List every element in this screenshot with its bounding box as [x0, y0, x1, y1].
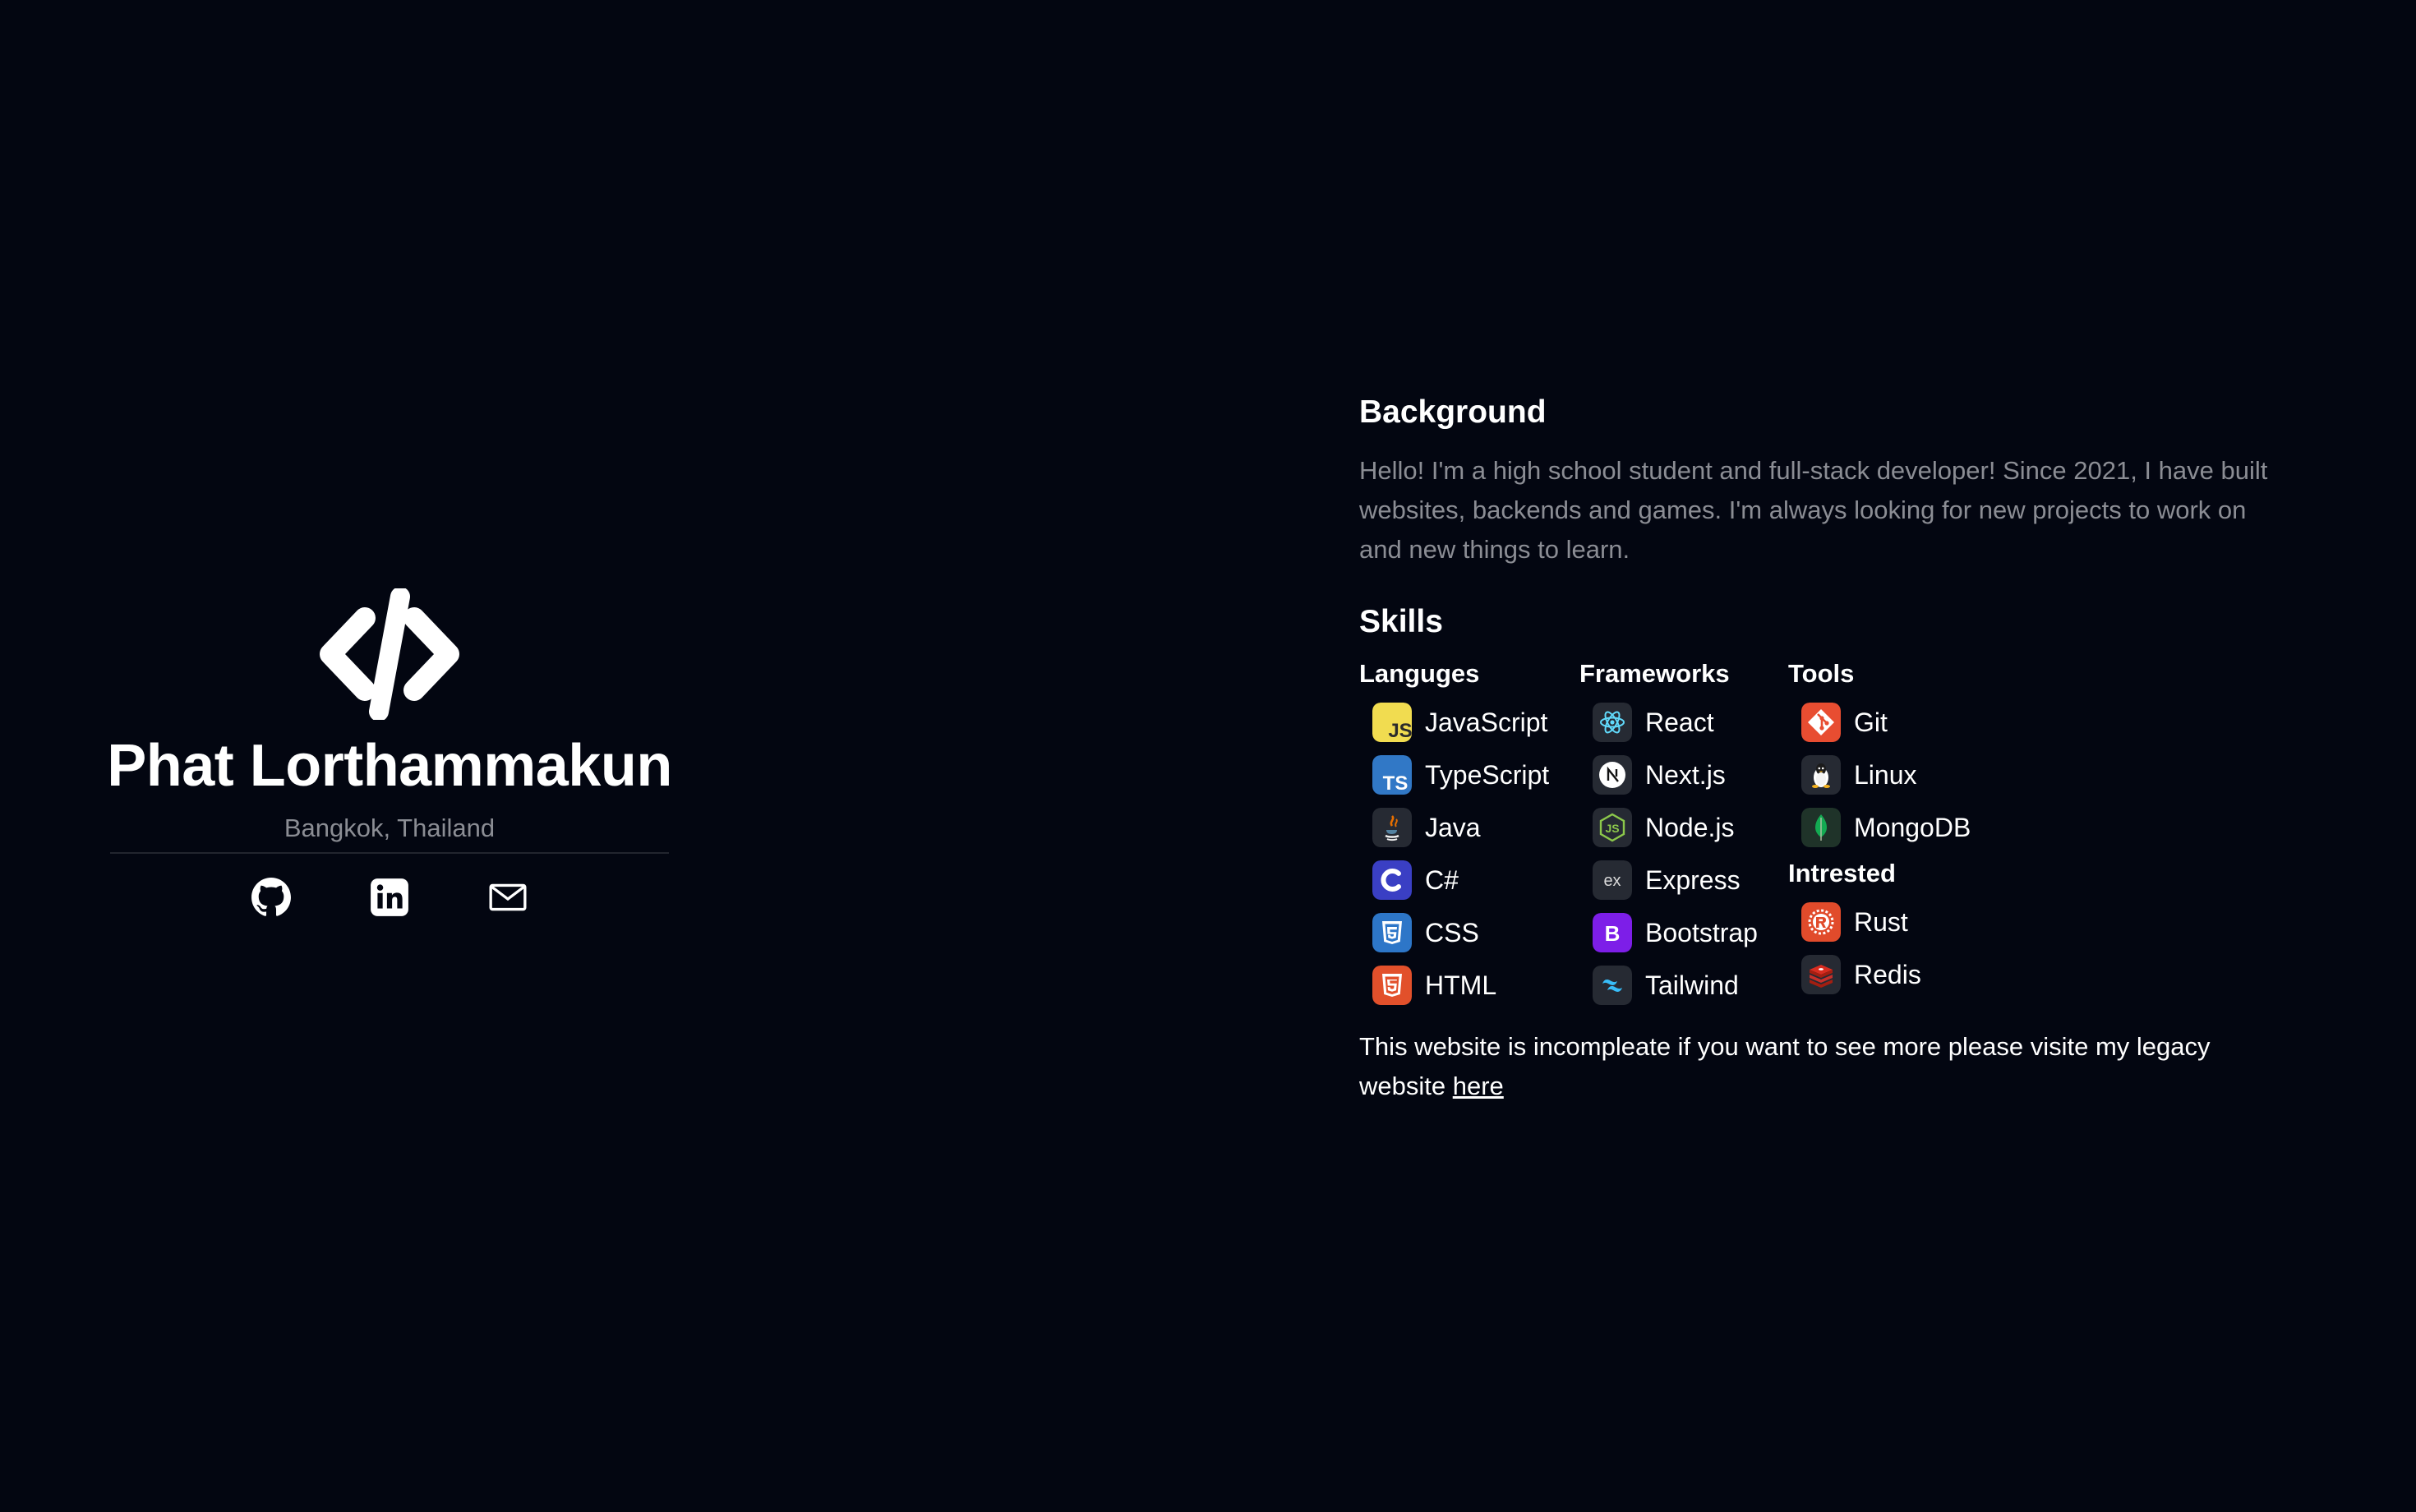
skill-html: HTML	[1359, 966, 1549, 1005]
skills-heading: Skills	[1359, 604, 1443, 639]
svg-text:TS: TS	[1383, 772, 1409, 795]
javascript-icon: JS	[1372, 703, 1412, 742]
legacy-website-link[interactable]: here	[1453, 1072, 1504, 1100]
linkedin-link[interactable]	[369, 878, 410, 920]
java-icon	[1372, 808, 1412, 847]
skill-label: Redis	[1854, 960, 1921, 989]
footer-note: This website is incompleate if you want …	[1359, 1027, 2271, 1106]
svg-text:ex: ex	[1603, 872, 1621, 890]
main-content: Background Hello! I'm a high school stud…	[1359, 396, 2280, 1106]
interested-heading: Intrested	[1788, 859, 1896, 887]
skill-css: CSS	[1359, 913, 1549, 952]
skill-label: JavaScript	[1425, 708, 1548, 737]
github-icon	[251, 877, 292, 922]
social-links	[251, 877, 528, 922]
code-slash-icon	[307, 587, 472, 721]
skill-javascript: JS JavaScript	[1359, 703, 1549, 742]
skill-label: CSS	[1425, 918, 1479, 947]
github-link[interactable]	[251, 877, 292, 922]
skill-label: Java	[1425, 813, 1481, 842]
skill-label: TypeScript	[1425, 760, 1550, 790]
profile-card: Phat Lorthammakun Bangkok, Thailand	[107, 587, 672, 922]
csharp-icon	[1372, 860, 1412, 900]
background-text: Hello! I'm a high school student and ful…	[1359, 456, 2268, 564]
skill-csharp: C#	[1359, 860, 1549, 900]
nextjs-icon	[1593, 755, 1632, 795]
profile-name: Phat Lorthammakun	[107, 733, 672, 799]
nodejs-icon: JS	[1593, 808, 1632, 847]
skill-label: Express	[1645, 865, 1741, 895]
skills-grid: Languges JS JavaScript TS TypeScript Jav…	[1359, 661, 2280, 1022]
skill-redis: Redis	[1788, 955, 1971, 994]
frameworks-heading: Frameworks	[1579, 659, 1730, 688]
skill-git: Git	[1788, 703, 1971, 742]
mail-link[interactable]	[487, 878, 528, 920]
skills-languages: Languges JS JavaScript TS TypeScript Jav…	[1359, 661, 1549, 1018]
page: Phat Lorthammakun Bangkok, Thailand Back…	[0, 0, 2416, 1512]
skill-rust: Rust	[1788, 902, 1971, 942]
background-heading: Background	[1359, 394, 1547, 430]
skill-label: C#	[1425, 865, 1459, 895]
typescript-icon: TS	[1372, 755, 1412, 795]
skill-label: React	[1645, 708, 1714, 737]
divider	[110, 852, 669, 854]
skills-frameworks: Frameworks React Next.js JS Node.js ex E…	[1579, 661, 1758, 1018]
skill-nodejs: JS Node.js	[1579, 808, 1758, 847]
svg-text:JS: JS	[1605, 822, 1619, 835]
skill-java: Java	[1359, 808, 1549, 847]
skill-typescript: TS TypeScript	[1359, 755, 1549, 795]
languages-heading: Languges	[1359, 659, 1480, 688]
tailwind-icon	[1593, 966, 1632, 1005]
skill-mongodb: MongoDB	[1788, 808, 1971, 847]
skill-express: ex Express	[1579, 860, 1758, 900]
skill-label: Tailwind	[1645, 970, 1739, 1000]
skill-label: Git	[1854, 708, 1888, 737]
skill-tailwind: Tailwind	[1579, 966, 1758, 1005]
rust-icon	[1801, 902, 1841, 942]
css-icon	[1372, 913, 1412, 952]
mail-icon	[487, 877, 528, 922]
skill-nextjs: Next.js	[1579, 755, 1758, 795]
skill-react: React	[1579, 703, 1758, 742]
profile-location: Bangkok, Thailand	[284, 814, 496, 842]
express-icon: ex	[1593, 860, 1632, 900]
skill-linux: Linux	[1788, 755, 1971, 795]
mongodb-icon	[1801, 808, 1841, 847]
linux-icon	[1801, 755, 1841, 795]
skill-label: Node.js	[1645, 813, 1735, 842]
tools-heading: Tools	[1788, 659, 1855, 688]
skill-label: Bootstrap	[1645, 918, 1758, 947]
skill-label: HTML	[1425, 970, 1497, 1000]
redis-icon	[1801, 955, 1841, 994]
html-icon	[1372, 966, 1412, 1005]
skill-bootstrap: B Bootstrap	[1579, 913, 1758, 952]
linkedin-icon	[369, 877, 410, 922]
skill-label: MongoDB	[1854, 813, 1971, 842]
skill-label: Linux	[1854, 760, 1917, 790]
react-icon	[1593, 703, 1632, 742]
svg-text:JS: JS	[1388, 720, 1412, 742]
skill-label: Next.js	[1645, 760, 1726, 790]
bootstrap-icon: B	[1593, 913, 1632, 952]
git-icon	[1801, 703, 1841, 742]
svg-text:B: B	[1605, 921, 1621, 946]
skills-tools: Tools Git Linux MongoDB Intrested Rust R…	[1788, 661, 1971, 1007]
skill-label: Rust	[1854, 907, 1908, 937]
